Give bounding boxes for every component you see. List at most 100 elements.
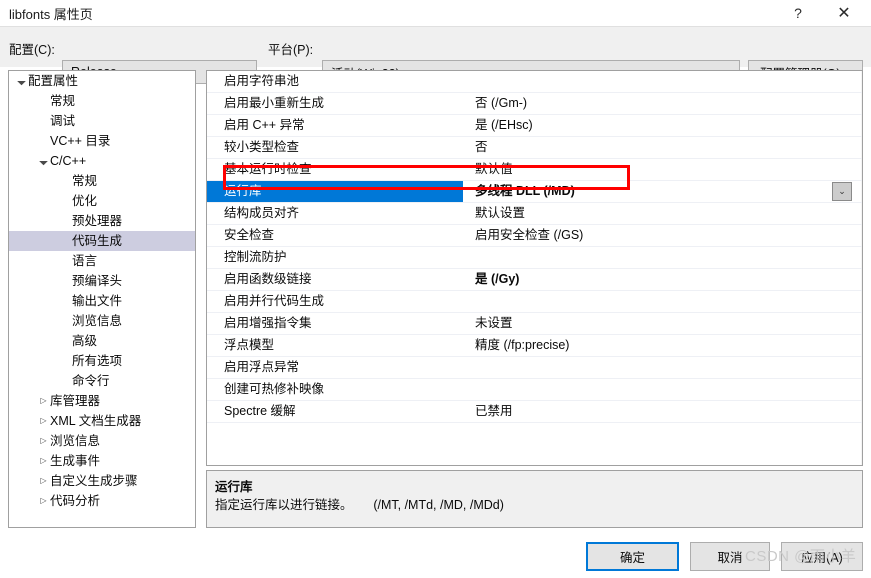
twisty-expanded-icon[interactable]: ◢ [32, 149, 55, 172]
property-row[interactable]: 启用浮点异常 [207, 357, 862, 379]
tree-item-7[interactable]: ▷预处理器 [9, 211, 195, 231]
twisty-spacer: ▷ [59, 231, 72, 251]
property-row[interactable]: 创建可热修补映像 [207, 379, 862, 401]
property-value[interactable] [471, 71, 862, 92]
tree-item-1[interactable]: ▷常规 [9, 91, 195, 111]
property-value[interactable]: 否 (/Gm-) [471, 93, 862, 114]
property-name: 启用浮点异常 [224, 360, 300, 374]
tree-item-15[interactable]: ▷命令行 [9, 371, 195, 391]
tree-item-3[interactable]: ▷VC++ 目录 [9, 131, 195, 151]
property-value[interactable]: 默认设置 [471, 203, 862, 224]
tree-item-8[interactable]: ▷代码生成 [9, 231, 195, 251]
property-value[interactable]: 是 (/Gy) [471, 269, 862, 290]
configuration-tree[interactable]: ◢配置属性▷常规▷调试▷VC++ 目录◢C/C++▷常规▷优化▷预处理器▷代码生… [8, 70, 196, 528]
ok-button[interactable]: 确定 [586, 542, 679, 571]
property-row[interactable]: 启用 C++ 异常 是 (/EHsc) [207, 115, 862, 137]
window-title: libfonts 属性页 [9, 7, 93, 22]
tree-item-label: 常规 [72, 174, 98, 188]
property-row[interactable]: 控制流防护 [207, 247, 862, 269]
property-row[interactable]: 较小类型检查 否 [207, 137, 862, 159]
property-row[interactable]: 启用并行代码生成 [207, 291, 862, 313]
twisty-spacer: ▷ [59, 371, 72, 391]
tree-item-label: 高级 [72, 334, 98, 348]
property-name: Spectre 缓解 [224, 404, 296, 418]
twisty-spacer: ▷ [37, 91, 50, 111]
tree-item-label: 代码分析 [50, 494, 101, 508]
configuration-label: 配置(C): [9, 43, 55, 57]
property-value[interactable] [471, 291, 862, 312]
description-title: 运行库 [215, 480, 253, 494]
tree-item-10[interactable]: ▷预编译头 [9, 271, 195, 291]
twisty-expanded-icon[interactable]: ◢ [10, 71, 33, 92]
twisty-collapsed-icon[interactable]: ▷ [37, 431, 50, 451]
tree-item-16[interactable]: ▷ 库管理器 [9, 391, 195, 411]
property-value[interactable]: 否 [471, 137, 862, 158]
property-grid-rows: 启用字符串池启用最小重新生成 否 (/Gm-) 启用 C++ 异常 是 (/EHsc)… [207, 71, 862, 423]
property-value[interactable]: 精度 (/fp:precise) [471, 335, 862, 356]
property-value[interactable] [471, 357, 862, 378]
property-row[interactable]: 启用增强指令集 未设置 [207, 313, 862, 335]
twisty-collapsed-icon[interactable]: ▷ [37, 391, 50, 411]
tree-item-0[interactable]: ◢配置属性 [9, 71, 195, 91]
property-value[interactable]: 已禁用 [471, 401, 862, 422]
tree-item-label: 浏览信息 [72, 314, 123, 328]
tree-item-17[interactable]: ▷ XML 文档生成器 [9, 411, 195, 431]
property-name: 控制流防护 [224, 250, 287, 264]
property-value-dropdown-button[interactable]: ⌄ [832, 182, 852, 201]
property-row[interactable]: 基本运行时检查 默认值 [207, 159, 862, 181]
tree-item-4[interactable]: ◢C/C++ [9, 151, 195, 171]
property-value[interactable]: 多线程 DLL (/MD) [471, 181, 862, 202]
twisty-collapsed-icon[interactable]: ▷ [37, 471, 50, 491]
property-name: 创建可热修补映像 [224, 382, 325, 396]
property-description-panel: 运行库 指定运行库以进行链接。 (/MT, /MTd, /MD, /MDd) [206, 470, 863, 528]
tree-item-label: 自定义生成步骤 [50, 474, 138, 488]
property-row[interactable]: 启用函数级链接 是 (/Gy) [207, 269, 862, 291]
property-value[interactable] [471, 379, 862, 400]
twisty-collapsed-icon[interactable]: ▷ [37, 451, 50, 471]
tree-item-label: 代码生成 [72, 234, 123, 248]
apply-button[interactable]: 应用(A) [781, 542, 863, 571]
twisty-spacer: ▷ [59, 211, 72, 231]
property-value[interactable]: 启用安全检查 (/GS) [471, 225, 862, 246]
tree-item-14[interactable]: ▷所有选项 [9, 351, 195, 371]
property-row[interactable]: 安全检查 启用安全检查 (/GS) [207, 225, 862, 247]
property-value[interactable]: 是 (/EHsc) [471, 115, 862, 136]
property-value[interactable]: 未设置 [471, 313, 862, 334]
property-row[interactable]: 结构成员对齐 默认设置 [207, 203, 862, 225]
tree-item-13[interactable]: ▷高级 [9, 331, 195, 351]
tree-item-21[interactable]: ▷ 代码分析 [9, 491, 195, 511]
property-name: 运行库 [207, 181, 463, 202]
tree-item-2[interactable]: ▷调试 [9, 111, 195, 131]
tree-item-6[interactable]: ▷优化 [9, 191, 195, 211]
property-name: 启用最小重新生成 [224, 96, 325, 110]
tree-item-18[interactable]: ▷ 浏览信息 [9, 431, 195, 451]
property-row[interactable]: 浮点模型 精度 (/fp:precise) [207, 335, 862, 357]
tree-item-20[interactable]: ▷ 自定义生成步骤 [9, 471, 195, 491]
tree-item-label: 浏览信息 [50, 434, 101, 448]
tree-item-label: 输出文件 [72, 294, 123, 308]
tree-item-9[interactable]: ▷语言 [9, 251, 195, 271]
tree-item-label: 生成事件 [50, 454, 101, 468]
property-value[interactable]: 默认值 [471, 159, 862, 180]
property-row[interactable]: 运行库 多线程 DLL (/MD) ⌄ [207, 181, 862, 203]
property-value[interactable] [471, 247, 862, 268]
tree-item-12[interactable]: ▷浏览信息 [9, 311, 195, 331]
property-row[interactable]: 启用最小重新生成 否 (/Gm-) [207, 93, 862, 115]
twisty-collapsed-icon[interactable]: ▷ [37, 411, 50, 431]
tree-item-5[interactable]: ▷常规 [9, 171, 195, 191]
cancel-button[interactable]: 取消 [690, 542, 770, 571]
property-name: 浮点模型 [224, 338, 275, 352]
help-icon[interactable]: ? [777, 0, 819, 26]
property-row[interactable]: 启用字符串池 [207, 71, 862, 93]
property-name: 较小类型检查 [224, 140, 300, 154]
tree-item-19[interactable]: ▷ 生成事件 [9, 451, 195, 471]
tree-item-11[interactable]: ▷输出文件 [9, 291, 195, 311]
property-grid[interactable]: 启用字符串池启用最小重新生成 否 (/Gm-) 启用 C++ 异常 是 (/EHsc)… [206, 70, 863, 466]
tree-item-label: 预编译头 [72, 274, 123, 288]
property-name: 启用字符串池 [224, 74, 300, 88]
close-icon[interactable]: ✕ [823, 0, 865, 26]
twisty-collapsed-icon[interactable]: ▷ [37, 491, 50, 511]
property-name: 基本运行时检查 [224, 162, 312, 176]
twisty-spacer: ▷ [37, 131, 50, 151]
property-row[interactable]: Spectre 缓解 已禁用 [207, 401, 862, 423]
